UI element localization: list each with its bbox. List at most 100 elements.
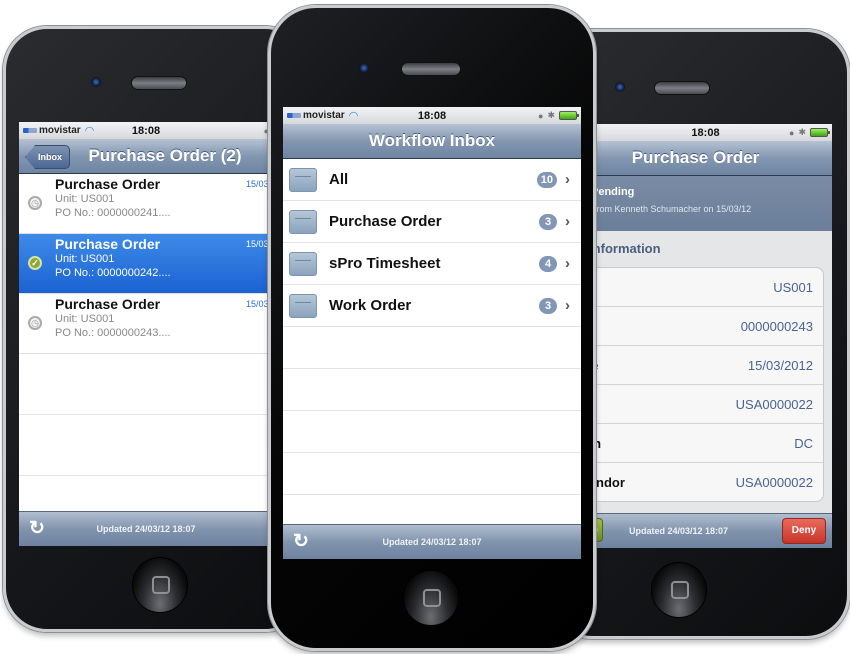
nav-bar: Purchase Order — [579, 141, 832, 176]
field-value: US001 — [773, 279, 813, 295]
item-po: PO No.: 0000000241.... — [55, 207, 171, 219]
deny-button[interactable]: Deny — [782, 518, 826, 544]
item-po: PO No.: 0000000243.... — [55, 327, 171, 339]
inbox-tray-icon — [289, 293, 317, 318]
bottom-toolbar: ve Updated 24/03/12 18:07 Deny — [579, 513, 832, 548]
category-item-purchase-order[interactable]: Purchase Order 3 › — [283, 201, 581, 243]
phone-center: movistar ◠ 18:08 ● ✱ Workflow Inbox All … — [268, 5, 596, 651]
battery-icon — [559, 111, 579, 120]
category-label: sPro Timesheet — [329, 255, 441, 272]
field-value: 0000000243 — [740, 318, 813, 334]
field-label: No. — [579, 319, 741, 334]
battery-icon — [810, 128, 830, 137]
page-title: Purchase Order — [631, 148, 760, 167]
clock-icon: ◷ — [28, 316, 42, 330]
item-unit: Unit: US001 — [55, 313, 115, 325]
category-label: Work Order — [329, 297, 412, 314]
category-label: All — [329, 171, 349, 188]
signal-icon — [23, 128, 37, 133]
nav-bar: Workflow Inbox — [283, 124, 581, 159]
updated-label: Updated 24/03/12 18:07 — [96, 524, 196, 534]
bluetooth-icon: ✱ — [547, 110, 555, 120]
status-icons: ● ✱ — [789, 127, 830, 138]
page-title: Purchase Order (2) — [88, 146, 242, 165]
section-title: ail Information — [579, 241, 661, 256]
screen-po-list: movistar ◠ 18:08 ● Inbox Purchase Order … — [19, 122, 273, 546]
empty-row — [283, 453, 581, 495]
field-value: USA0000022 — [735, 474, 813, 490]
list-item[interactable]: ✓ Purchase Order Unit: US001 PO No.: 000… — [19, 234, 273, 294]
bluetooth-icon: ✱ — [798, 127, 806, 137]
chevron-right-icon: › — [565, 171, 570, 188]
category-list: All 10 › Purchase Order 3 › sPro Timeshe… — [283, 159, 581, 537]
field-label: ation — [579, 436, 794, 451]
category-item-spro-timesheet[interactable]: sPro Timesheet 4 › — [283, 243, 581, 285]
wifi-icon: ◠ — [348, 110, 359, 122]
carrier-label: movistar — [39, 125, 81, 136]
count-badge: 3 — [539, 297, 557, 314]
nav-bar: Inbox Purchase Order (2) — [19, 139, 273, 174]
inbox-tray-icon — [289, 251, 317, 276]
field-row: e Vendor USA0000022 — [579, 463, 823, 501]
inbox-tray-icon — [289, 167, 317, 192]
item-title: Purchase Order — [55, 176, 161, 192]
inbox-tray-icon — [289, 209, 317, 234]
home-button[interactable] — [132, 557, 188, 613]
field-row: US001 — [579, 268, 823, 307]
field-row: dorUSA0000022 — [579, 385, 823, 424]
refresh-icon[interactable]: ↻ — [29, 518, 45, 540]
status-icons: ● ✱ — [538, 110, 579, 121]
bottom-toolbar: ↻ Updated 24/03/12 18:07 — [283, 524, 581, 559]
camera-icon — [91, 77, 101, 87]
updated-label: Updated 24/03/12 18:07 — [382, 537, 482, 547]
clock-icon: ◷ — [28, 196, 42, 210]
po-list: ◷ Purchase Order Unit: US001 PO No.: 000… — [19, 174, 273, 476]
lock-icon: ● — [789, 127, 795, 138]
chevron-right-icon: › — [565, 255, 570, 272]
speaker-grille — [654, 81, 710, 95]
status-bar: ◠ 18:08 ● ✱ — [579, 124, 832, 141]
list-item[interactable]: ◷ Purchase Order Unit: US001 PO No.: 000… — [19, 294, 273, 354]
field-row: ationDC — [579, 424, 823, 463]
status-bar: movistar ◠ 18:08 ● — [19, 122, 273, 139]
category-item-all[interactable]: All 10 › — [283, 159, 581, 201]
count-badge: 10 — [536, 171, 557, 188]
item-unit: Unit: US001 — [55, 253, 115, 265]
category-item-work-order[interactable]: Work Order 3 › — [283, 285, 581, 327]
count-badge: 4 — [539, 255, 557, 272]
field-label: dor — [579, 397, 736, 412]
field-row: No.0000000243 — [579, 307, 823, 346]
phone-left: movistar ◠ 18:08 ● Inbox Purchase Order … — [3, 26, 309, 632]
field-label: Date — [579, 358, 748, 373]
check-icon: ✓ — [28, 256, 42, 270]
signal-icon — [287, 113, 301, 118]
item-title: Purchase Order — [55, 296, 161, 312]
item-unit: Unit: US001 — [55, 193, 115, 205]
chevron-right-icon: › — [565, 213, 570, 230]
detail-section: ail Information US001 No.0000000243 Date… — [579, 231, 832, 548]
bottom-toolbar: ↻ Updated 24/03/12 18:07 — [19, 511, 273, 546]
carrier-label: movistar — [303, 110, 345, 121]
empty-row — [19, 354, 273, 415]
field-label: e Vendor — [579, 474, 625, 490]
category-label: Purchase Order — [329, 213, 442, 230]
field-value: 15/03/2012 — [747, 357, 813, 373]
screen-po-detail: ◠ 18:08 ● ✱ Purchase Order Pending From … — [579, 124, 832, 548]
refresh-icon[interactable]: ↻ — [293, 531, 309, 553]
detail-fields: US001 No.0000000243 Date15/03/2012 dorUS… — [579, 267, 824, 502]
home-button[interactable] — [403, 570, 459, 626]
count-badge: 3 — [539, 213, 557, 230]
empty-row — [283, 327, 581, 369]
list-item[interactable]: ◷ Purchase Order Unit: US001 PO No.: 000… — [19, 174, 273, 234]
speaker-grille — [401, 62, 461, 76]
updated-label: Updated 24/03/12 18:07 — [629, 526, 729, 536]
wifi-icon: ◠ — [84, 125, 95, 137]
item-title: Purchase Order — [55, 236, 161, 252]
back-button-inbox[interactable]: Inbox — [25, 145, 70, 169]
camera-icon — [359, 63, 369, 73]
field-row: Date15/03/2012 — [579, 346, 823, 385]
home-button[interactable] — [651, 562, 707, 618]
camera-icon — [615, 82, 625, 92]
carrier: movistar — [23, 125, 81, 136]
screen-workflow-inbox: movistar ◠ 18:08 ● ✱ Workflow Inbox All … — [283, 107, 581, 559]
